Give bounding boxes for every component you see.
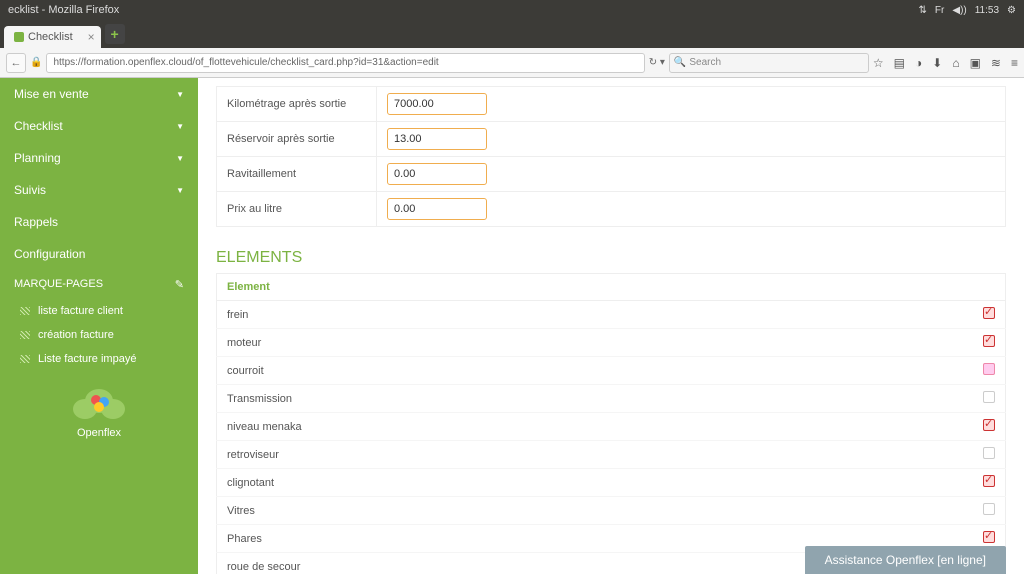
window-title: ecklist - Mozilla Firefox bbox=[8, 4, 119, 16]
element-name: frein bbox=[217, 301, 966, 329]
close-icon[interactable]: × bbox=[88, 30, 95, 44]
lock-icon: 🔒 bbox=[30, 57, 42, 68]
element-checkbox[interactable] bbox=[983, 391, 995, 403]
logo-icon bbox=[71, 385, 127, 423]
form-label-3: Prix au litre bbox=[217, 192, 377, 227]
form-input-1[interactable] bbox=[387, 128, 487, 150]
element-row: Vitres bbox=[217, 497, 1006, 525]
home-icon[interactable]: ⌂ bbox=[952, 56, 959, 70]
element-row: retroviseur bbox=[217, 441, 1006, 469]
element-checkbox[interactable] bbox=[983, 419, 995, 431]
sidebar-item-0[interactable]: Mise en vente▼ bbox=[0, 78, 198, 110]
list-icon[interactable]: ▤ bbox=[894, 56, 905, 70]
form-label-2: Ravitaillement bbox=[217, 157, 377, 192]
element-name: retroviseur bbox=[217, 441, 966, 469]
chevron-down-icon: ▼ bbox=[176, 90, 184, 99]
sidebar-item-2[interactable]: Planning▼ bbox=[0, 142, 198, 174]
element-checkbox[interactable] bbox=[983, 307, 995, 319]
refresh-icon[interactable]: ↻ ▾ bbox=[649, 57, 665, 68]
element-checkbox[interactable] bbox=[983, 475, 995, 487]
sidebar-item-5[interactable]: Configuration bbox=[0, 238, 198, 270]
tab-favicon bbox=[14, 32, 24, 42]
elements-title: ELEMENTS bbox=[216, 249, 1006, 267]
pocket-icon[interactable]: ◑ bbox=[915, 56, 922, 70]
search-placeholder: Search bbox=[689, 57, 721, 68]
logo: Openflex bbox=[0, 371, 198, 453]
form-label-0: Kilométrage après sortie bbox=[217, 87, 377, 122]
element-row: niveau menaka bbox=[217, 413, 1006, 441]
sound-icon: ◀)) bbox=[952, 5, 966, 16]
main-content: Kilométrage après sortieRéservoir après … bbox=[198, 78, 1024, 574]
element-checkbox[interactable] bbox=[983, 503, 995, 515]
browser-tab[interactable]: Checklist × bbox=[4, 26, 101, 48]
form-input-3[interactable] bbox=[387, 198, 487, 220]
element-name: niveau menaka bbox=[217, 413, 966, 441]
search-box[interactable]: 🔍 Search bbox=[669, 53, 869, 73]
sidebar-item-4[interactable]: Rappels bbox=[0, 206, 198, 238]
form-input-2[interactable] bbox=[387, 163, 487, 185]
form-input-0[interactable] bbox=[387, 93, 487, 115]
back-button[interactable]: ← bbox=[6, 53, 26, 73]
element-checkbox[interactable] bbox=[983, 335, 995, 347]
clock: 11:53 bbox=[975, 5, 999, 16]
assistance-widget[interactable]: Assistance Openflex [en ligne] bbox=[805, 546, 1006, 574]
menu-icon[interactable]: ≡ bbox=[1011, 56, 1018, 70]
tab-label: Checklist bbox=[28, 31, 73, 43]
element-name: Transmission bbox=[217, 385, 966, 413]
pin-icon[interactable]: ✎ bbox=[175, 278, 184, 291]
element-name: courroit bbox=[217, 357, 966, 385]
browser-tabbar: Checklist × + bbox=[0, 20, 1024, 48]
chevron-down-icon: ▼ bbox=[176, 154, 184, 163]
elements-header: Element bbox=[217, 274, 966, 301]
app-sidebar: Mise en vente▼Checklist▼Planning▼Suivis▼… bbox=[0, 78, 198, 574]
star-icon[interactable]: ☆ bbox=[873, 56, 884, 70]
chevron-down-icon: ▼ bbox=[176, 186, 184, 195]
new-tab-button[interactable]: + bbox=[105, 24, 125, 44]
element-checkbox[interactable] bbox=[983, 447, 995, 459]
element-name: Vitres bbox=[217, 497, 966, 525]
bookmark-0[interactable]: liste facture client bbox=[0, 299, 198, 323]
form-table: Kilométrage après sortieRéservoir après … bbox=[216, 86, 1006, 227]
logo-text: Openflex bbox=[0, 427, 198, 439]
url-input[interactable] bbox=[46, 53, 644, 73]
elements-table: Element freinmoteurcourroitTransmissionn… bbox=[216, 273, 1006, 574]
element-name: clignotant bbox=[217, 469, 966, 497]
lang-indicator: Fr bbox=[935, 5, 944, 16]
bookmark-2[interactable]: Liste facture impayé bbox=[0, 347, 198, 371]
chevron-down-icon: ▼ bbox=[176, 122, 184, 131]
sidebar-icon[interactable]: ▣ bbox=[970, 56, 981, 70]
feed-icon[interactable]: ≋ bbox=[991, 56, 1001, 70]
download-icon[interactable]: ⬇ bbox=[932, 56, 942, 70]
window-titlebar: ecklist - Mozilla Firefox ⇅ Fr ◀)) 11:53… bbox=[0, 0, 1024, 20]
element-checkbox[interactable] bbox=[983, 531, 995, 543]
element-row: Transmission bbox=[217, 385, 1006, 413]
element-checkbox[interactable] bbox=[983, 363, 995, 375]
bookmark-1[interactable]: création facture bbox=[0, 323, 198, 347]
bookmarks-header: MARQUE-PAGES ✎ bbox=[0, 270, 198, 299]
sidebar-item-1[interactable]: Checklist▼ bbox=[0, 110, 198, 142]
sidebar-item-3[interactable]: Suivis▼ bbox=[0, 174, 198, 206]
browser-toolbar: ← 🔒 ↻ ▾ 🔍 Search ☆ ▤ ◑ ⬇ ⌂ ▣ ≋ ≡ bbox=[0, 48, 1024, 78]
net-icon: ⇅ bbox=[919, 5, 927, 16]
settings-icon: ⚙ bbox=[1007, 5, 1016, 16]
element-row: moteur bbox=[217, 329, 1006, 357]
element-row: frein bbox=[217, 301, 1006, 329]
search-icon: 🔍 bbox=[674, 57, 686, 68]
element-name: moteur bbox=[217, 329, 966, 357]
element-row: clignotant bbox=[217, 469, 1006, 497]
element-row: courroit bbox=[217, 357, 1006, 385]
form-label-1: Réservoir après sortie bbox=[217, 122, 377, 157]
